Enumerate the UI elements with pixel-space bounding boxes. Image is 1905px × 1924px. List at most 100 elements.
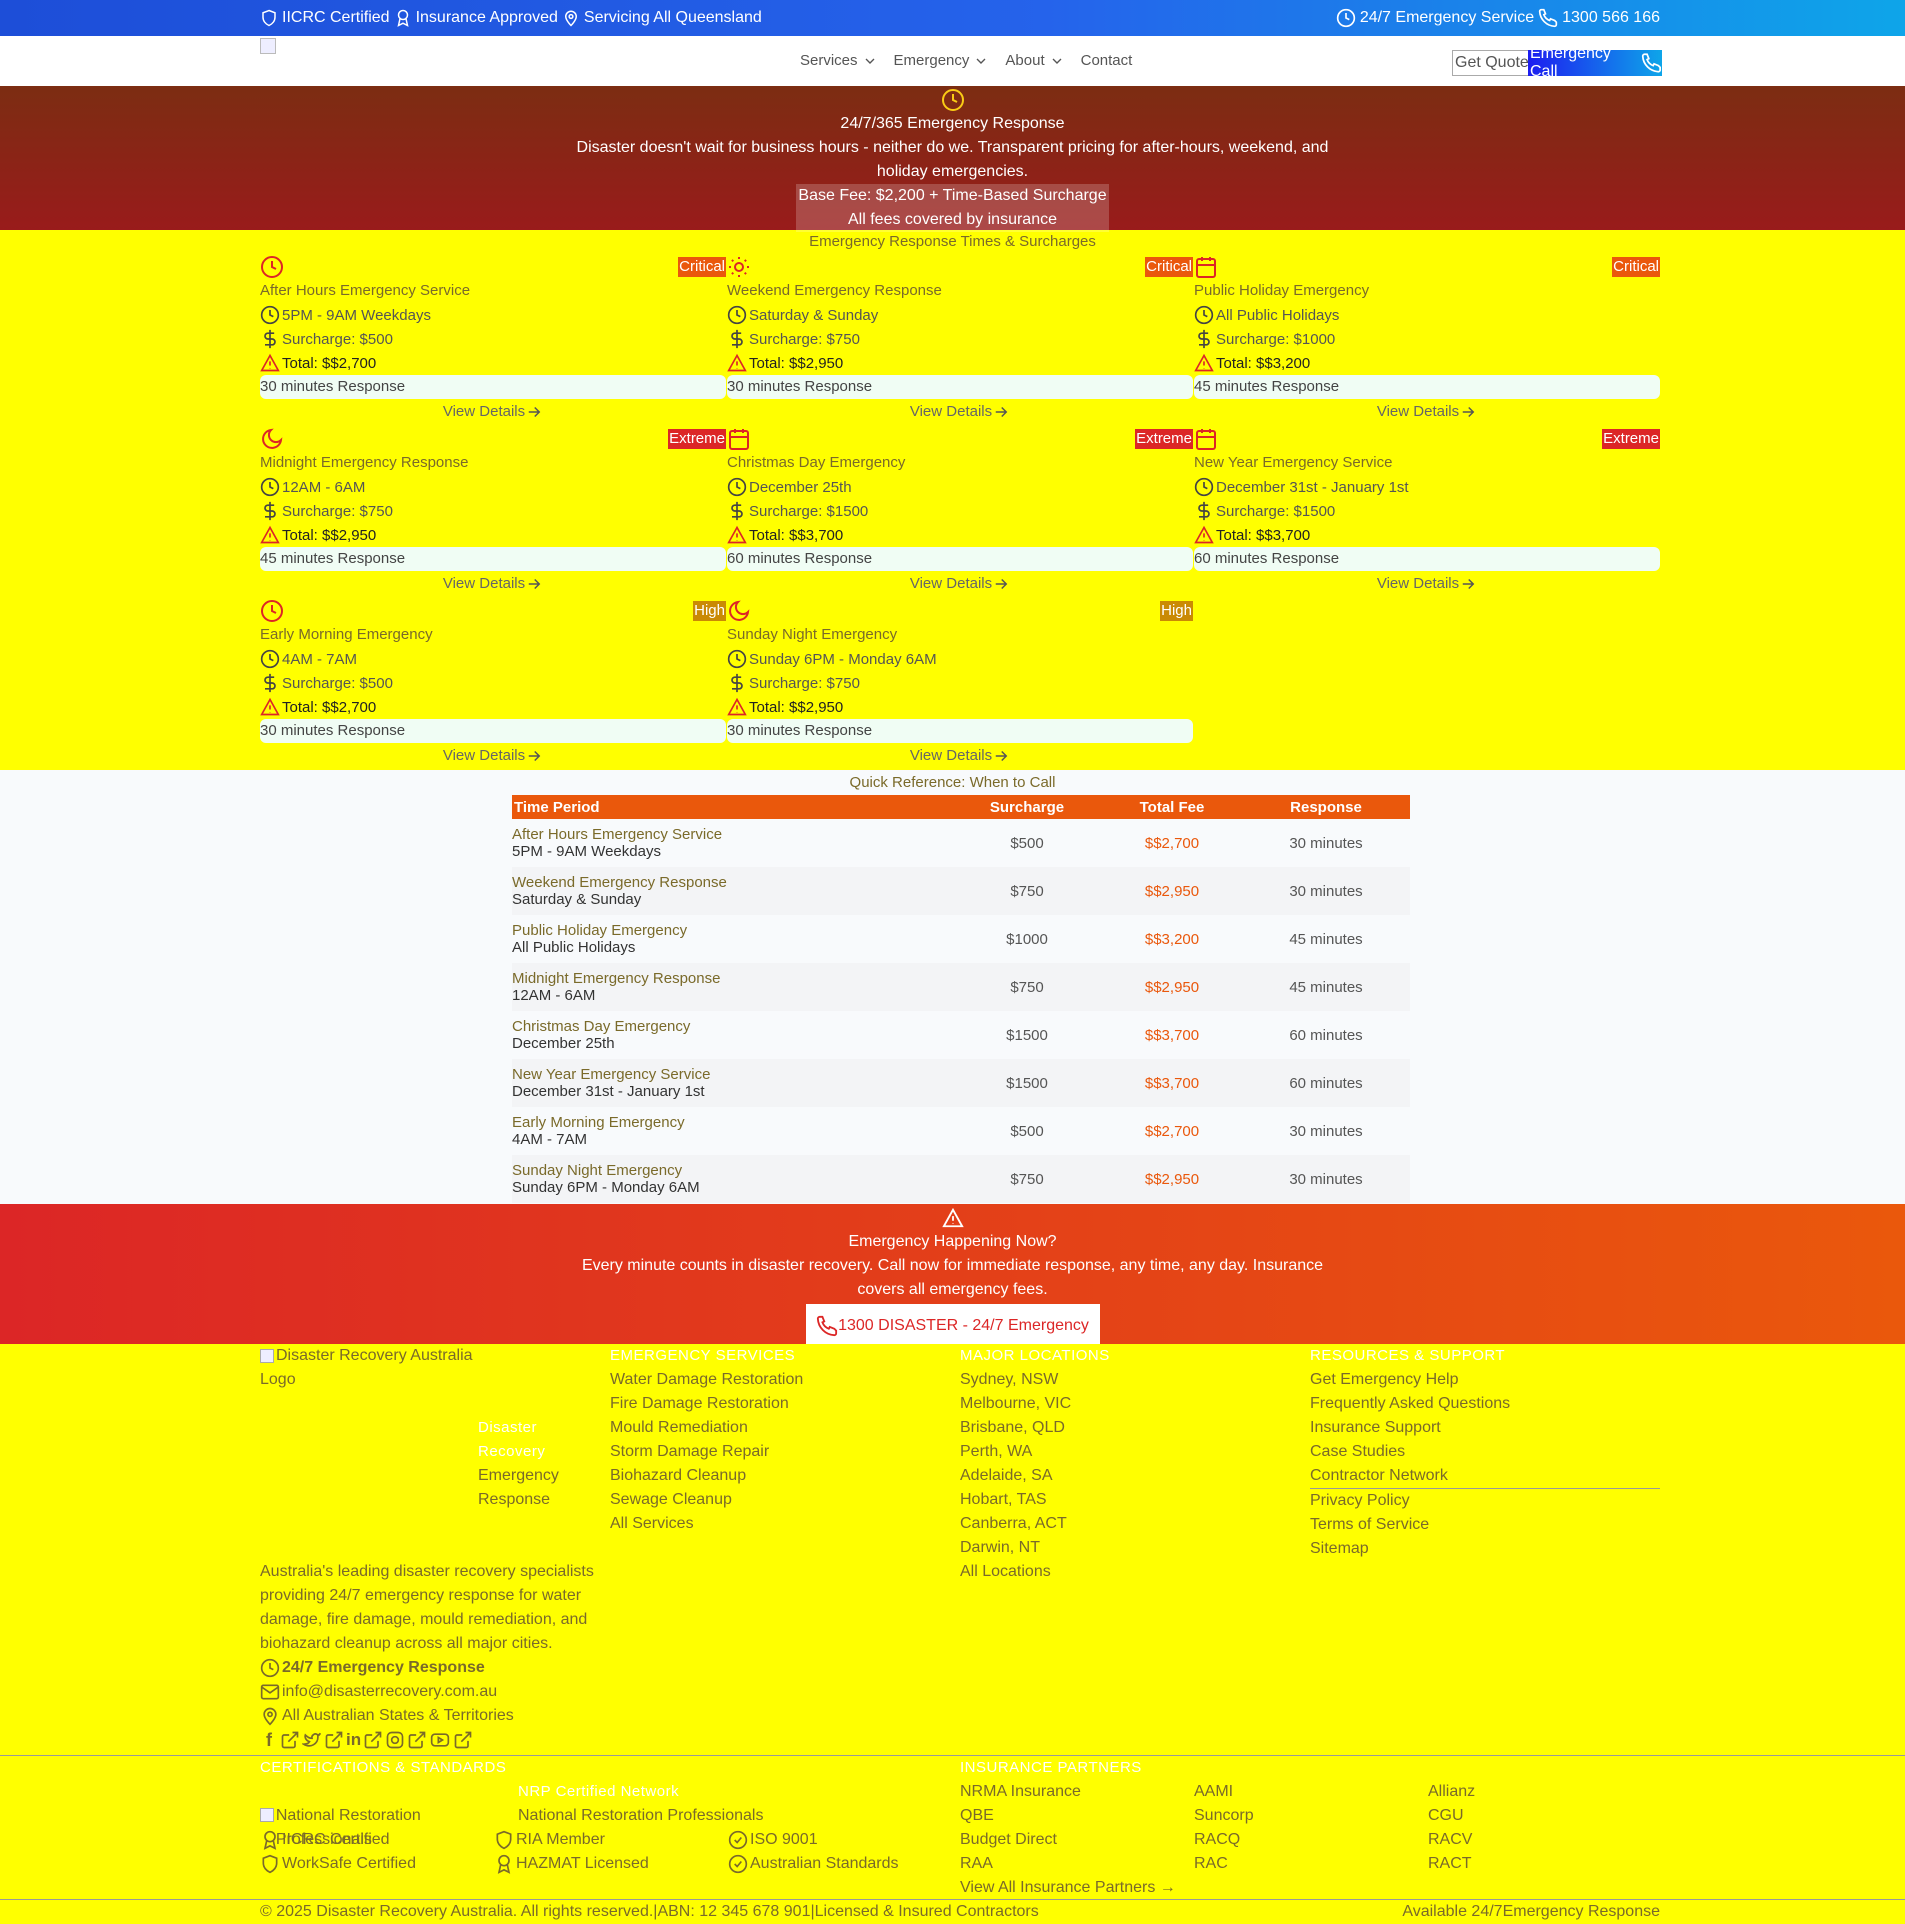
table-row: Sunday Night Emergency Sunday 6PM - Monda…	[512, 1155, 1410, 1203]
emergency-service-label: 24/7 Emergency Service	[1359, 9, 1535, 26]
footer-resource-link[interactable]: Contractor Network	[1310, 1464, 1660, 1488]
check-circle-icon	[728, 1854, 748, 1874]
footer-service-link[interactable]: All Services	[610, 1512, 950, 1536]
footer-location-link[interactable]: All Locations	[960, 1560, 1300, 1584]
card-total: Total: $$2,950	[749, 354, 844, 372]
insurance-label: Insurance Approved	[415, 9, 558, 26]
view-details-label: View Details	[442, 575, 526, 592]
footer-legal-link[interactable]: Sitemap	[1310, 1537, 1660, 1561]
clock-icon	[260, 477, 280, 497]
insurer-link[interactable]: RAC	[1194, 1852, 1428, 1876]
arrow-right-icon	[995, 579, 1008, 590]
facebook-icon[interactable]: f	[260, 1728, 278, 1752]
site-logo[interactable]	[260, 38, 276, 54]
linkedin-icon[interactable]: in	[346, 1728, 361, 1752]
view-details-link[interactable]: View Details	[1194, 571, 1660, 599]
footer-resource-link[interactable]: Get Emergency Help	[1310, 1368, 1660, 1392]
footer-resource-link[interactable]: Insurance Support	[1310, 1416, 1660, 1440]
surcharge-card: High Sunday Night Emergency Sunday 6PM - M…	[727, 599, 1193, 771]
view-details-link[interactable]: View Details	[260, 571, 726, 599]
nav-emergency[interactable]: Emergency	[894, 52, 990, 69]
insurer-link[interactable]: RACT	[1428, 1852, 1662, 1876]
footer-resource-link[interactable]: Case Studies	[1310, 1440, 1660, 1464]
clock-icon	[260, 1658, 280, 1678]
licensed: Licensed & Insured Contractors	[814, 1903, 1039, 1920]
nav-about[interactable]: About	[1005, 52, 1064, 69]
nav-services[interactable]: Services	[800, 52, 878, 69]
total-fee-cell: $$2,950	[1102, 963, 1242, 1011]
footer-location-link[interactable]: Adelaide, SA	[960, 1464, 1300, 1488]
view-details-link[interactable]: View Details	[260, 399, 726, 427]
insurer-link[interactable]: RAA	[960, 1852, 1194, 1876]
dollar-icon	[1198, 329, 1210, 349]
dollar-icon	[731, 501, 743, 521]
insurer-link[interactable]: AAMI	[1194, 1780, 1428, 1804]
external-link-icon	[364, 1731, 382, 1749]
footer-legal-link[interactable]: Terms of Service	[1310, 1513, 1660, 1537]
view-details-link[interactable]: View Details	[727, 743, 1193, 771]
footer-service-link[interactable]: Water Damage Restoration	[610, 1368, 950, 1392]
view-details-link[interactable]: View Details	[727, 571, 1193, 599]
insurer-link[interactable]: CGU	[1428, 1804, 1662, 1828]
view-details-link[interactable]: View Details	[1194, 399, 1660, 427]
alert-triangle-icon	[260, 525, 280, 544]
table-row: Public Holiday Emergency All Public Holid…	[512, 915, 1410, 963]
footer-service-link[interactable]: Fire Damage Restoration	[610, 1392, 950, 1416]
insurer-link[interactable]: Suncorp	[1194, 1804, 1428, 1828]
footer-service-link[interactable]: Mould Remediation	[610, 1416, 950, 1440]
insurer-link[interactable]: RACV	[1428, 1828, 1662, 1852]
card-title: After Hours Emergency Service	[260, 282, 471, 299]
footer-service-link[interactable]: Storm Damage Repair	[610, 1440, 950, 1464]
youtube-icon[interactable]	[429, 1730, 451, 1750]
nrp-logo: National Restoration Professionals	[260, 1780, 518, 1848]
get-quote-button[interactable]: Get Quote	[1452, 50, 1532, 76]
period-cell: Public Holiday Emergency All Public Holid…	[512, 915, 952, 963]
surcharge-card: High Early Morning Emergency 4AM - 7AM Surc…	[260, 599, 726, 771]
emergency-cta-title: Emergency Happening Now?	[848, 1233, 1057, 1250]
card-total: Total: $$3,700	[1216, 526, 1311, 544]
external-link-icon	[281, 1731, 299, 1749]
certification-label: RIA Member	[516, 1831, 605, 1848]
period-name: Public Holiday Emergency	[512, 922, 688, 939]
insurer-link[interactable]: NRMA Insurance	[960, 1780, 1194, 1804]
arrow-right-icon	[528, 407, 541, 418]
emergency-call-button[interactable]: Emergency Call	[1528, 45, 1662, 80]
footer-location-link[interactable]: Brisbane, QLD	[960, 1416, 1300, 1440]
footer-location-link[interactable]: Sydney, NSW	[960, 1368, 1300, 1392]
footer-legal-link[interactable]: Privacy Policy	[1310, 1489, 1660, 1513]
header-response: Response	[1242, 795, 1410, 819]
emergency-line-button[interactable]: 1300 DISASTER - 24/7 Emergency Line	[805, 1304, 1100, 1370]
response-cell: 45 minutes	[1242, 963, 1410, 1011]
footer-email[interactable]: info@disasterrecovery.com.au	[282, 1680, 497, 1704]
footer-location-link[interactable]: Darwin, NT	[960, 1536, 1300, 1560]
twitter-icon[interactable]	[302, 1730, 322, 1750]
nav-contact[interactable]: Contact	[1081, 52, 1133, 69]
card-response-time: 30 minutes Response	[727, 375, 1193, 399]
insurer-link[interactable]: Budget Direct	[960, 1828, 1194, 1852]
footer-location-link[interactable]: Canberra, ACT	[960, 1512, 1300, 1536]
shield-icon	[262, 9, 276, 27]
view-details-label: View Details	[1376, 403, 1460, 420]
card-total: Total: $$3,200	[1216, 354, 1311, 372]
base-fee: Base Fee: $2,200 + Time-Based Surcharge	[798, 187, 1107, 204]
footer-location-link[interactable]: Melbourne, VIC	[960, 1392, 1300, 1416]
insurer-link[interactable]: Allianz	[1428, 1780, 1662, 1804]
phone-link[interactable]: 1300 566 166	[1562, 9, 1660, 27]
certifications-heading: CERTIFICATIONS & STANDARDS	[260, 1759, 507, 1776]
card-time: Saturday & Sunday	[749, 306, 879, 324]
footer-service-link[interactable]: Sewage Cleanup	[610, 1488, 950, 1512]
insurer-link[interactable]: QBE	[960, 1804, 1194, 1828]
nrp-desc: National Restoration Professionals	[518, 1807, 764, 1824]
footer-location-link[interactable]: Perth, WA	[960, 1440, 1300, 1464]
insurer-link[interactable]: RACQ	[1194, 1828, 1428, 1852]
footer-service-link[interactable]: Biohazard Cleanup	[610, 1464, 950, 1488]
view-all-insurers-link[interactable]: View All Insurance Partners →	[960, 1876, 1660, 1900]
view-details-link[interactable]: View Details	[727, 399, 1193, 427]
hero-title: 24/7/365 Emergency Response	[840, 115, 1065, 132]
view-details-link[interactable]: View Details	[260, 743, 726, 771]
card-surcharge: Surcharge: $1500	[749, 502, 869, 520]
instagram-icon[interactable]	[385, 1730, 405, 1750]
footer-logo[interactable]: Disaster Recovery Australia Logo	[260, 1344, 610, 1392]
footer-location-link[interactable]: Hobart, TAS	[960, 1488, 1300, 1512]
footer-resource-link[interactable]: Frequently Asked Questions	[1310, 1392, 1660, 1416]
